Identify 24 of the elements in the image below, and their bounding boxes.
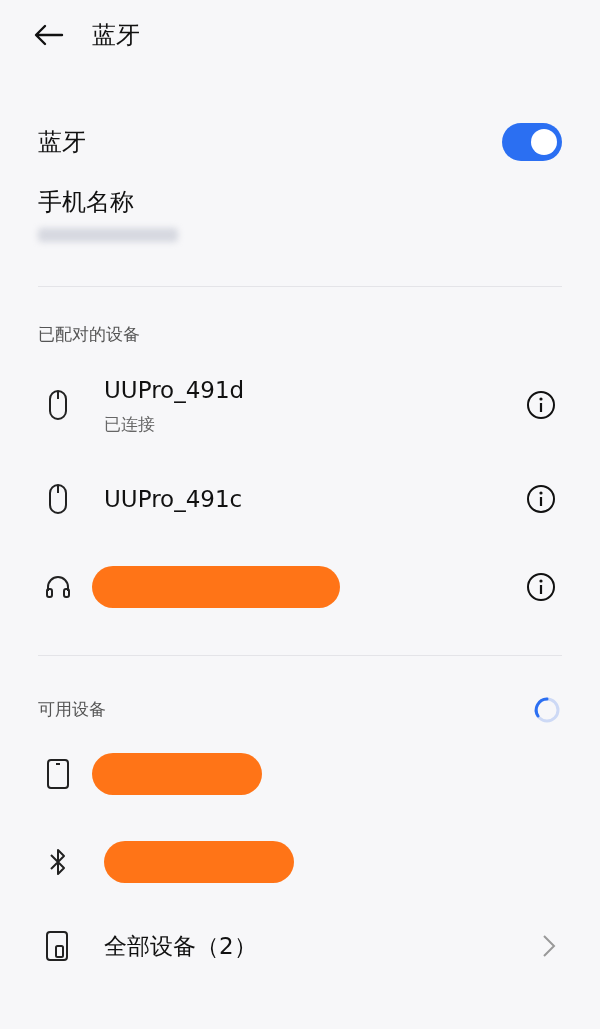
section-heading: 可用设备: [38, 698, 106, 722]
mouse-icon: [48, 389, 68, 421]
bluetooth-icon: [48, 847, 68, 877]
info-icon[interactable]: [526, 484, 556, 514]
info-icon[interactable]: [526, 390, 556, 420]
all-devices-label: 全部设备（2）: [104, 931, 258, 961]
device-name: UUPro_491d: [104, 376, 246, 405]
device-name: UUPro_491c: [104, 484, 244, 514]
chevron-right-icon: [542, 934, 556, 958]
headset-icon: [44, 573, 72, 601]
devices-icon: [45, 930, 71, 962]
back-icon[interactable]: [34, 24, 64, 46]
bluetooth-label: 蓝牙: [38, 127, 86, 158]
device-status: 已连接: [104, 412, 156, 436]
info-icon[interactable]: [526, 572, 556, 602]
phone-icon: [46, 758, 70, 790]
page-title: 蓝牙: [92, 20, 140, 51]
all-devices-row[interactable]: 全部设备（2）: [0, 906, 600, 986]
phone-name-label: 手机名称: [38, 187, 135, 218]
device-row[interactable]: UUPro_491d 已连接: [0, 355, 600, 455]
bluetooth-toggle[interactable]: [502, 123, 562, 161]
section-heading: 已配对的设备: [38, 323, 140, 347]
device-row[interactable]: UUPro_491c: [0, 455, 600, 543]
mouse-icon: [48, 483, 68, 515]
